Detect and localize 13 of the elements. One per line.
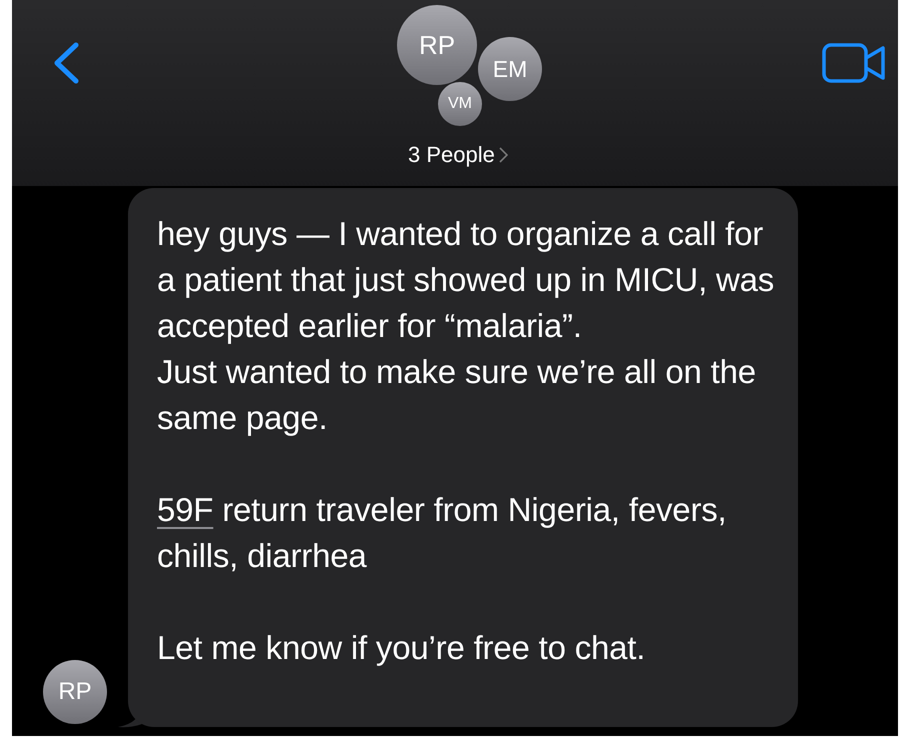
message-text: 59F return traveler from Nigeria, fevers, chills, diarrhea — [157, 490, 728, 576]
detected-link[interactable]: 59F — [157, 491, 214, 528]
message-text: Let me know if you’re free to chat. — [157, 628, 646, 668]
avatar: RP — [397, 5, 477, 85]
avatar: VM — [438, 82, 482, 126]
back-icon[interactable] — [52, 42, 80, 84]
people-link[interactable]: 3 People — [408, 138, 508, 171]
sender-avatar: RP — [43, 660, 107, 724]
video-call-icon[interactable] — [822, 43, 886, 83]
avatar: EM — [478, 37, 542, 101]
message-text: hey guys — I wanted to organize a call for a patient that just showed up in MICU, was accepted earlier for “malaria”. — [157, 214, 776, 346]
message-text: Just wanted to make sure we’re all on the same page. — [157, 352, 757, 438]
chevron-icon — [498, 146, 508, 162]
